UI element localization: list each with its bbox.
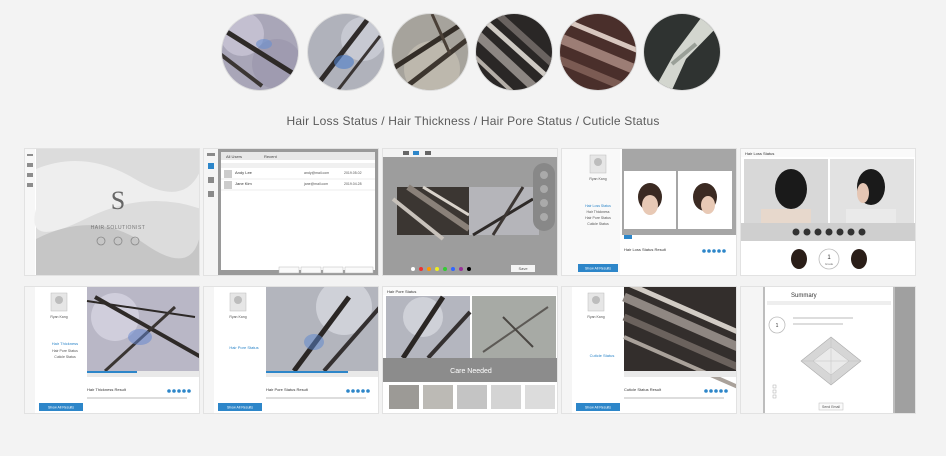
screenshot-gallery: S HAIR SOLUTIONIST All Users Recent Andy… [24,148,918,414]
save-button: Save [518,266,528,271]
gallery-thumb-hair-pore[interactable]: Ryan Kang Hair Pore Status Show All Resu… [203,286,379,414]
hair-loss-sample-3-image [392,14,468,90]
gallery-thumb-camera[interactable]: Save [382,148,558,276]
menu-item-cuticle-active: Cuticle Status [590,353,615,358]
user-row-email: andy@mail.com [304,171,329,175]
user-row-email: jane@mail.com [303,182,328,186]
gallery-thumb-cuticle[interactable]: Ryan Kang Cuticle Status Show All Result… [561,286,737,414]
gallery-thumb-hair-loss-status[interactable]: Hair Loss Status 1 Grade [740,148,916,276]
hair-loss-sample-1-image [222,14,298,90]
user-name: Ryan Kang [589,177,606,181]
user-name: Ryan Kang [229,315,246,319]
hair-loss-sample-2-image [308,14,384,90]
menu-item-hair-loss: Hair Loss Status [585,204,611,208]
menu-item-hair-pore-active: Hair Pore Status [229,345,258,350]
user-row-date: 2019.05.02 [344,171,362,175]
menu-item-cuticle: Cuticle Status [54,355,76,359]
user-row-date: 2019.04.28 [344,182,362,186]
user-name: Ryan Kang [50,315,67,319]
tab-all-users: All Users [226,154,242,159]
gallery-thumb-splash[interactable]: S HAIR SOLUTIONIST [24,148,200,276]
menu-item-hair-pore: Hair Pore Status [585,216,611,220]
gallery-thumb-user-list[interactable]: All Users Recent Andy Lee andy@mail.com … [203,148,379,276]
menu-item-cuticle: Cuticle Status [587,222,609,226]
show-all-results-button: Show All Results [48,406,74,410]
show-all-results-button: Show All Results [585,267,611,271]
summary-title: Summary [791,293,817,299]
menu-item-hair-thickness: Hair Thickness [586,210,609,214]
gallery-thumb-hair-thickness[interactable]: Ryan Kang Hair Thickness Hair Pore Statu… [24,286,200,414]
menu-item-hair-thickness-active: Hair Thickness [52,341,78,346]
user-name: Ryan Kang [587,315,604,319]
window-title: Hair Loss Status [745,151,774,156]
gallery-thumb-hair-loss-analysis[interactable]: Ryan Kang Hair Loss Status Hair Thicknes… [561,148,737,276]
show-all-results-button: Show All Results [227,406,253,410]
result-title: Hair Loss Status Result [624,247,667,252]
tab-recent: Recent [264,154,278,159]
app-logo-letter: S [111,186,125,215]
send-email-button: Send Email [822,405,840,409]
hair-pore-sample-image [560,14,636,90]
grade-label: Grade [825,262,834,266]
gallery-thumb-pore-care-needed[interactable]: Hair Pore Status Care Needed [382,286,558,414]
pore-status-label: Care Needed [450,368,492,375]
summary-score: 1 [776,323,779,329]
analysis-categories-caption: Hair Loss Status / Hair Thickness / Hair… [286,114,660,128]
result-title: Cuticle Status Result [624,387,662,392]
app-brand-name: HAIR SOLUTIONIST [91,225,146,231]
result-title: Hair Pore Status Result [266,387,309,392]
menu-item-hair-pore: Hair Pore Status [52,349,78,353]
sample-image-row [222,14,722,94]
show-all-results-button: Show All Results [585,406,611,410]
user-row-name: Jane Kim [235,181,252,186]
window-title: Hair Pore Status [387,289,416,294]
result-title: Hair Thickness Result [87,387,127,392]
gallery-thumb-summary[interactable]: Summary 1 Send Email [740,286,916,414]
user-row-name: Andy Lee [235,170,253,175]
hair-thickness-sample-image [476,14,552,90]
cuticle-sample-image [644,14,720,90]
